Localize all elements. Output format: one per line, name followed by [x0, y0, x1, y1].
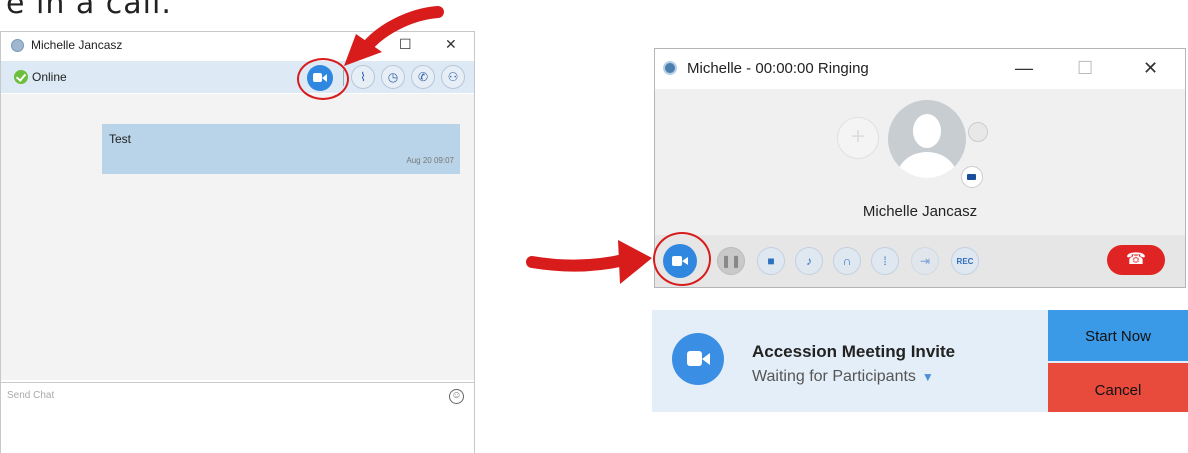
headset-icon: ∩ — [842, 254, 852, 268]
chat-message-bubble: Test Aug 20 09:07 — [102, 124, 460, 174]
start-now-button[interactable]: Start Now — [1048, 310, 1188, 361]
caption-text: e in a call. — [6, 0, 172, 21]
video-toggle-button[interactable]: ■ — [757, 247, 785, 275]
chat-window: Michelle Jancasz ☐ ✕ Online ⌇ ◷ ✆ ⚇ Test… — [0, 31, 475, 453]
avatar — [888, 100, 966, 178]
send-chat-field[interactable]: Send Chat ☺ — [1, 382, 474, 453]
annotation-arrow — [344, 6, 444, 66]
chat-contact-name: Michelle Jancasz — [31, 38, 123, 52]
send-chat-placeholder: Send Chat — [7, 390, 55, 401]
online-status-icon — [14, 70, 28, 84]
mute-button[interactable]: ♪ — [795, 247, 823, 275]
record-label: REC — [956, 257, 974, 266]
chevron-down-icon: ▼ — [921, 370, 934, 384]
callee-name: Michelle Jancasz — [862, 203, 978, 220]
video-badge-icon — [961, 166, 983, 188]
keypad-icon: ⁞ — [883, 254, 887, 268]
annotation-arrow-call — [526, 240, 652, 284]
meeting-invite-banner: Accession Meeting Invite Waiting for Par… — [652, 310, 1188, 412]
message-timestamp: Aug 20 09:07 — [406, 156, 454, 165]
hangup-button[interactable]: ☎ — [1107, 245, 1165, 275]
cancel-button[interactable]: Cancel — [1048, 363, 1188, 412]
audio-device-button[interactable]: ∩ — [833, 247, 861, 275]
maximize-icon[interactable]: ☐ — [1077, 58, 1093, 79]
microphone-icon: ♪ — [806, 254, 812, 268]
transfer-icon: ⇥ — [919, 254, 931, 268]
record-button[interactable]: REC — [951, 247, 979, 275]
annotation-circle-call — [653, 232, 711, 286]
call-title: Michelle - 00:00:00 Ringing — [687, 60, 869, 77]
meeting-video-icon — [672, 333, 724, 385]
call-titlebar: Michelle - 00:00:00 Ringing — ☐ ✕ — [655, 49, 1185, 89]
keypad-button[interactable]: ⁞ — [871, 247, 899, 275]
add-participant-icon[interactable]: + — [837, 117, 879, 159]
app-icon — [11, 39, 24, 52]
minimize-icon[interactable]: — — [1015, 58, 1033, 79]
audio-status-icon — [968, 122, 988, 142]
invite-status[interactable]: Waiting for Participants ▼ — [752, 368, 934, 386]
invite-title: Accession Meeting Invite — [752, 342, 956, 361]
transfer-button[interactable]: ⇥ — [911, 247, 939, 275]
emoji-icon[interactable]: ☺ — [449, 389, 464, 404]
video-icon: ■ — [767, 254, 775, 268]
call-app-icon — [663, 61, 677, 75]
hangup-phone-icon: ☎ — [1126, 251, 1146, 268]
call-window: Michelle - 00:00:00 Ringing — ☐ ✕ + Mich… — [654, 48, 1186, 288]
status-text: Online — [32, 70, 67, 84]
pause-icon: ❚❚ — [720, 254, 742, 268]
call-toolbar: ❚❚ ■ ♪ ∩ ⁞ ⇥ REC ☎ — [655, 235, 1185, 287]
hold-button[interactable]: ❚❚ — [717, 247, 745, 275]
close-icon[interactable]: ✕ — [1143, 58, 1158, 79]
message-text: Test — [109, 132, 132, 146]
